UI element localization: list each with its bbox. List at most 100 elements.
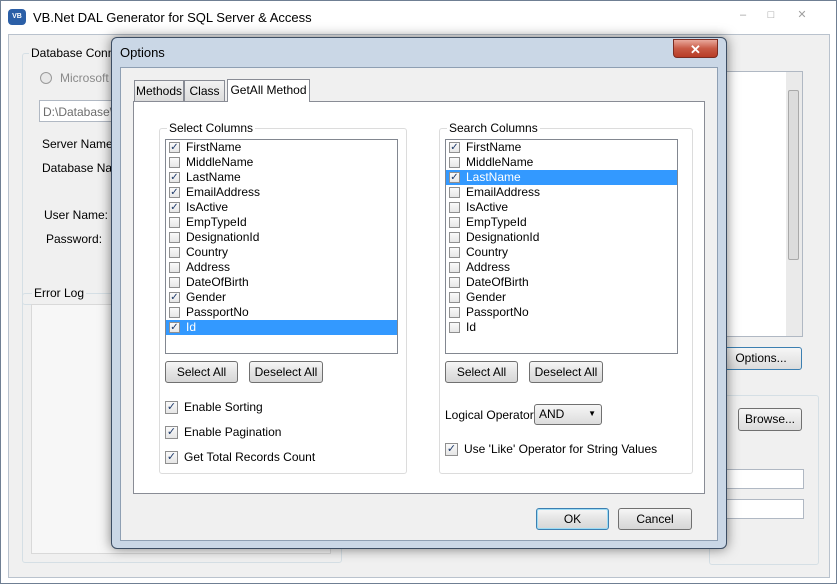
- list-item[interactable]: MiddleName: [166, 155, 397, 170]
- list-item[interactable]: Gender: [446, 290, 677, 305]
- list-item-checkbox[interactable]: [169, 157, 180, 168]
- enable-pagination-option[interactable]: ✓ Enable Pagination: [165, 424, 385, 441]
- list-item-checkbox[interactable]: ✓: [169, 322, 180, 333]
- tab-methods[interactable]: Methods: [134, 80, 184, 101]
- output-field-1[interactable]: [724, 469, 804, 489]
- logical-operator-select[interactable]: AND ▼: [534, 404, 602, 425]
- enable-sorting-checkbox[interactable]: ✓: [165, 401, 178, 414]
- list-item-checkbox[interactable]: ✓: [169, 202, 180, 213]
- list-item[interactable]: Address: [446, 260, 677, 275]
- list-item-checkbox[interactable]: ✓: [169, 172, 180, 183]
- options-button[interactable]: Options...: [720, 347, 802, 370]
- list-item-checkbox[interactable]: [169, 277, 180, 288]
- list-item[interactable]: Address: [166, 260, 397, 275]
- list-item[interactable]: ✓ Gender: [166, 290, 397, 305]
- right-list-box[interactable]: [716, 71, 803, 337]
- list-item-checkbox[interactable]: [449, 322, 460, 333]
- right-list-scrollbar[interactable]: [786, 72, 802, 336]
- list-item-label: LastName: [186, 170, 241, 184]
- browse-button[interactable]: Browse...: [738, 408, 802, 431]
- list-item-checkbox[interactable]: ✓: [169, 187, 180, 198]
- close-icon[interactable]: ✕: [789, 7, 815, 24]
- list-item[interactable]: EmpTypeId: [446, 215, 677, 230]
- enable-sorting-option[interactable]: ✓ Enable Sorting: [165, 399, 385, 416]
- list-item-label: MiddleName: [466, 155, 534, 169]
- list-item[interactable]: DateOfBirth: [446, 275, 677, 290]
- use-like-label: Use 'Like' Operator for String Values: [464, 442, 658, 456]
- list-item[interactable]: Country: [166, 245, 397, 260]
- list-item[interactable]: Id: [446, 320, 677, 335]
- get-total-records-checkbox[interactable]: ✓: [165, 451, 178, 464]
- use-like-option[interactable]: ✓ Use 'Like' Operator for String Values: [445, 441, 685, 458]
- ok-button[interactable]: OK: [536, 508, 609, 530]
- enable-sorting-label: Enable Sorting: [184, 400, 263, 414]
- list-item[interactable]: EmpTypeId: [166, 215, 397, 230]
- list-item-label: Gender: [186, 290, 227, 304]
- list-item[interactable]: ✓ EmailAddress: [166, 185, 397, 200]
- list-item[interactable]: ✓ LastName: [166, 170, 397, 185]
- list-item[interactable]: IsActive: [446, 200, 677, 215]
- list-item[interactable]: MiddleName: [446, 155, 677, 170]
- enable-pagination-label: Enable Pagination: [184, 425, 282, 439]
- list-item[interactable]: ✓ Id: [166, 320, 397, 335]
- search-columns-list[interactable]: ✓ FirstName MiddleName ✓ LastName EmailAddres…: [445, 139, 678, 354]
- list-item-checkbox[interactable]: ✓: [169, 292, 180, 303]
- list-item[interactable]: ✓ IsActive: [166, 200, 397, 215]
- list-item[interactable]: PassportNo: [446, 305, 677, 320]
- select-columns-list[interactable]: ✓ FirstName MiddleName ✓ LastName ✓ EmailAddre…: [165, 139, 398, 354]
- search-columns-label: Search Columns: [447, 121, 540, 135]
- main-title-bar: VB VB.Net DAL Generator for SQL Server &…: [1, 1, 836, 33]
- get-total-records-option[interactable]: ✓ Get Total Records Count: [165, 449, 385, 466]
- getall-method-panel: Select Columns ✓ FirstName MiddleName ✓ Last…: [133, 101, 705, 494]
- enable-pagination-checkbox[interactable]: ✓: [165, 426, 178, 439]
- list-item-checkbox[interactable]: [449, 187, 460, 198]
- list-item-checkbox[interactable]: [449, 217, 460, 228]
- list-item[interactable]: PassportNo: [166, 305, 397, 320]
- list-item-label: MiddleName: [186, 155, 254, 169]
- list-item[interactable]: EmailAddress: [446, 185, 677, 200]
- search-deselect-all-button[interactable]: Deselect All: [529, 361, 603, 383]
- dialog-close-icon[interactable]: ✕: [673, 39, 718, 58]
- list-item[interactable]: ✓ FirstName: [446, 140, 677, 155]
- use-like-checkbox[interactable]: ✓: [445, 443, 458, 456]
- list-item[interactable]: ✓ LastName: [446, 170, 677, 185]
- list-item[interactable]: DesignationId: [446, 230, 677, 245]
- output-field-2[interactable]: [724, 499, 804, 519]
- deselect-all-button[interactable]: Deselect All: [249, 361, 323, 383]
- list-item-checkbox[interactable]: [449, 247, 460, 258]
- microsoft-radio[interactable]: [40, 72, 52, 84]
- list-item-checkbox[interactable]: [449, 262, 460, 273]
- cancel-button[interactable]: Cancel: [618, 508, 692, 530]
- list-item-label: LastName: [466, 170, 521, 184]
- list-item-checkbox[interactable]: ✓: [169, 142, 180, 153]
- list-item-checkbox[interactable]: ✓: [449, 172, 460, 183]
- main-window-title: VB.Net DAL Generator for SQL Server & Ac…: [33, 10, 312, 25]
- list-item-checkbox[interactable]: [169, 307, 180, 318]
- list-item-checkbox[interactable]: [169, 262, 180, 273]
- search-select-all-button[interactable]: Select All: [445, 361, 518, 383]
- list-item[interactable]: Country: [446, 245, 677, 260]
- list-item-checkbox[interactable]: ✓: [449, 142, 460, 153]
- select-all-button[interactable]: Select All: [165, 361, 238, 383]
- list-item[interactable]: DesignationId: [166, 230, 397, 245]
- list-item[interactable]: DateOfBirth: [166, 275, 397, 290]
- list-item-label: EmpTypeId: [186, 215, 247, 229]
- list-item-checkbox[interactable]: [449, 232, 460, 243]
- list-item-checkbox[interactable]: [449, 157, 460, 168]
- list-item-checkbox[interactable]: [169, 232, 180, 243]
- list-item-label: Gender: [466, 290, 507, 304]
- tab-getall-method[interactable]: GetAll Method: [227, 79, 310, 102]
- maximize-icon[interactable]: □: [758, 7, 784, 24]
- list-item-checkbox[interactable]: [449, 277, 460, 288]
- list-item-checkbox[interactable]: [449, 307, 460, 318]
- list-item-label: FirstName: [186, 140, 242, 154]
- list-item-checkbox[interactable]: [169, 217, 180, 228]
- list-item-checkbox[interactable]: [449, 202, 460, 213]
- list-item-checkbox[interactable]: [169, 247, 180, 258]
- list-item-label: PassportNo: [466, 305, 529, 319]
- list-item-checkbox[interactable]: [449, 292, 460, 303]
- minimize-icon[interactable]: –: [730, 7, 756, 24]
- list-item[interactable]: ✓ FirstName: [166, 140, 397, 155]
- tab-class[interactable]: Class: [184, 80, 225, 101]
- scrollbar-thumb[interactable]: [788, 90, 799, 260]
